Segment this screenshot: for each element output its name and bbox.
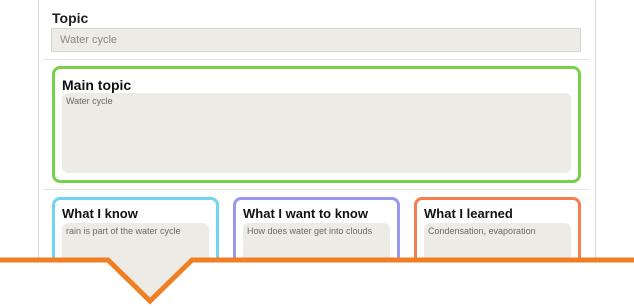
callout-mask: [0, 260, 634, 308]
callout-pointer-overlay: [0, 257, 634, 308]
kwl-chart-screen: Topic Water cycle Main topic Water cycle…: [0, 0, 634, 308]
